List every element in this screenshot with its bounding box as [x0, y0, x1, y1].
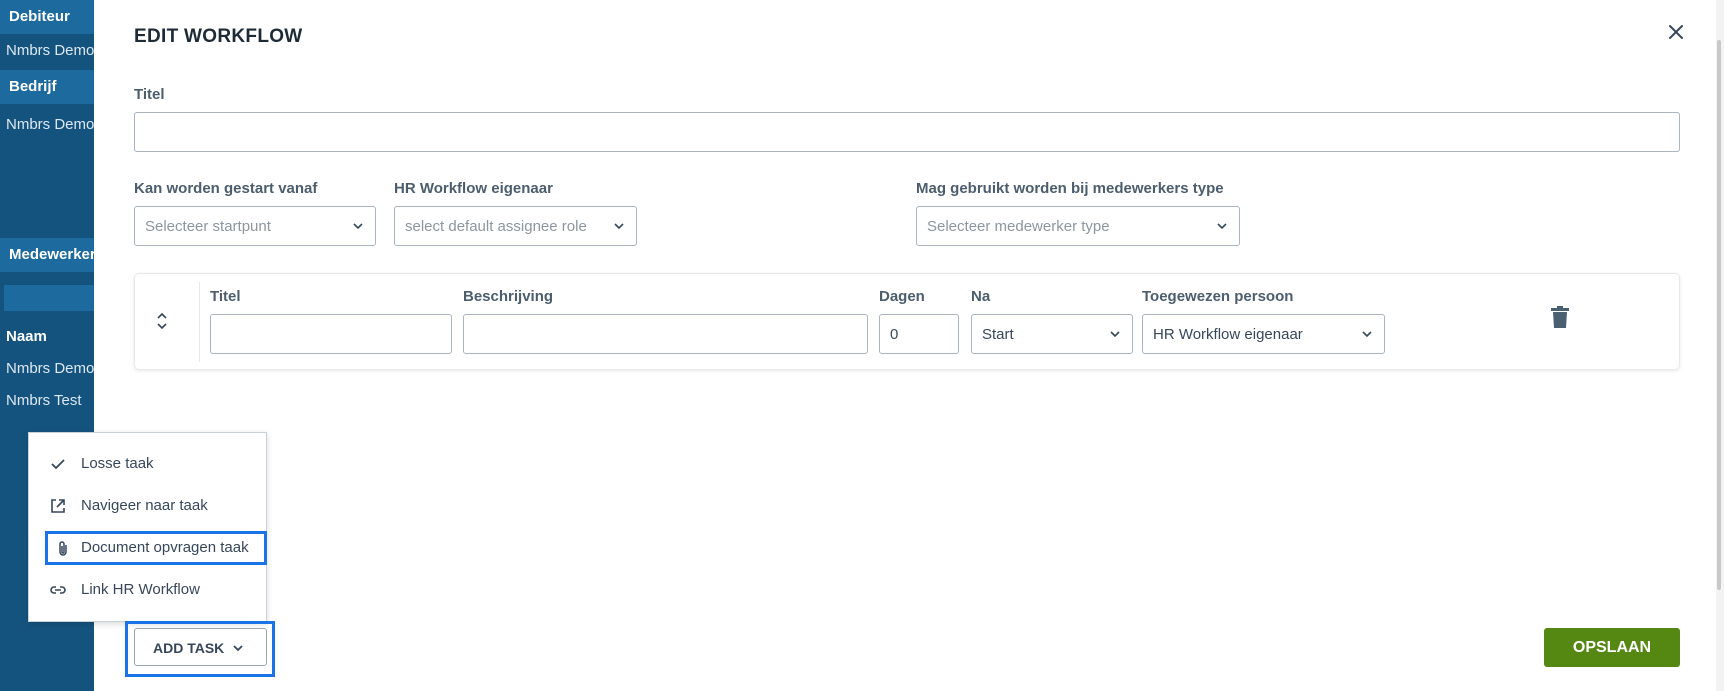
bedrijf-header: Bedrijf: [0, 70, 94, 104]
employee-row: Nmbrs Test: [6, 392, 82, 409]
titel-input[interactable]: [134, 112, 1680, 152]
chevron-down-icon: [233, 645, 243, 652]
menu-item-label: Document opvragen taak: [81, 539, 249, 556]
search-bar: [4, 285, 94, 311]
close-icon[interactable]: [1664, 20, 1688, 44]
employee-row: Nmbrs Demo: [6, 360, 94, 377]
trash-icon[interactable]: [1550, 305, 1570, 329]
medewerkers-header: Medewerkers: [0, 238, 94, 272]
add-task-button[interactable]: ADD TASK: [134, 628, 267, 666]
debiteur-value: Nmbrs Demo: [6, 42, 94, 59]
menu-item-label: Losse taak: [81, 455, 154, 472]
debiteur-header: Debiteur: [0, 0, 94, 34]
task-na-select[interactable]: Start: [971, 314, 1133, 354]
start-select[interactable]: Selecteer startpunt: [134, 206, 376, 246]
card-divider: [199, 282, 200, 362]
type-placeholder: Selecteer medewerker type: [927, 218, 1110, 235]
chevron-down-icon: [1362, 331, 1372, 338]
menu-item-navigeer-naar-taak[interactable]: Navigeer naar taak: [45, 489, 255, 523]
modal-title: EDIT WORKFLOW: [134, 26, 303, 47]
task-na-label: Na: [971, 288, 991, 305]
start-placeholder: Selecteer startpunt: [145, 218, 271, 235]
menu-item-document-opvragen-taak[interactable]: Document opvragen taak: [45, 531, 267, 565]
chevron-down-icon: [1217, 223, 1227, 230]
bedrijf-value: Nmbrs Demo: [6, 116, 94, 133]
task-titel-label: Titel: [210, 288, 241, 305]
task-persoon-select[interactable]: HR Workflow eigenaar: [1142, 314, 1385, 354]
task-persoon-label: Toegewezen persoon: [1142, 288, 1294, 305]
naam-header: Naam: [6, 328, 47, 345]
menu-item-label: Navigeer naar taak: [81, 497, 208, 514]
menu-item-label: Link HR Workflow: [81, 581, 200, 598]
check-icon: [51, 459, 65, 470]
owner-placeholder: select default assignee role: [405, 218, 587, 235]
save-button[interactable]: OPSLAAN: [1544, 628, 1680, 667]
menu-item-link-hr-workflow[interactable]: Link HR Workflow: [45, 573, 255, 607]
link-icon: [50, 586, 66, 594]
add-task-label: ADD TASK: [153, 640, 225, 656]
owner-select[interactable]: select default assignee role: [394, 206, 637, 246]
task-persoon-value: HR Workflow eigenaar: [1153, 326, 1303, 343]
task-card: Titel Beschrijving Dagen 0 Na Start Toeg…: [134, 273, 1680, 370]
task-dagen-label: Dagen: [879, 288, 925, 305]
paperclip-icon: [59, 541, 67, 556]
external-link-icon: [51, 499, 65, 513]
task-dagen-value: 0: [890, 326, 899, 343]
scrollbar[interactable]: [1717, 40, 1721, 590]
task-beschrijving-input[interactable]: [463, 314, 868, 354]
task-titel-input[interactable]: [210, 314, 452, 354]
chevron-down-icon: [1110, 331, 1120, 338]
background-scrollbar-area: [1716, 0, 1724, 691]
type-label: Mag gebruikt worden bij medewerkers type: [916, 180, 1224, 197]
menu-item-losse-taak[interactable]: Losse taak: [45, 447, 255, 481]
type-select[interactable]: Selecteer medewerker type: [916, 206, 1240, 246]
chevron-down-icon: [614, 223, 624, 230]
edit-workflow-modal: EDIT WORKFLOW Titel Kan worden gestart v…: [94, 0, 1716, 691]
titel-label: Titel: [134, 86, 165, 103]
start-label: Kan worden gestart vanaf: [134, 180, 318, 197]
chevron-down-icon: [353, 223, 363, 230]
owner-label: HR Workflow eigenaar: [394, 180, 553, 197]
task-beschrijving-label: Beschrijving: [463, 288, 554, 305]
task-dagen-input[interactable]: 0: [879, 314, 959, 354]
task-na-value: Start: [982, 326, 1014, 343]
add-task-menu: Losse taak Navigeer naar taak Document o…: [28, 432, 267, 622]
reorder-icon[interactable]: [155, 310, 169, 332]
